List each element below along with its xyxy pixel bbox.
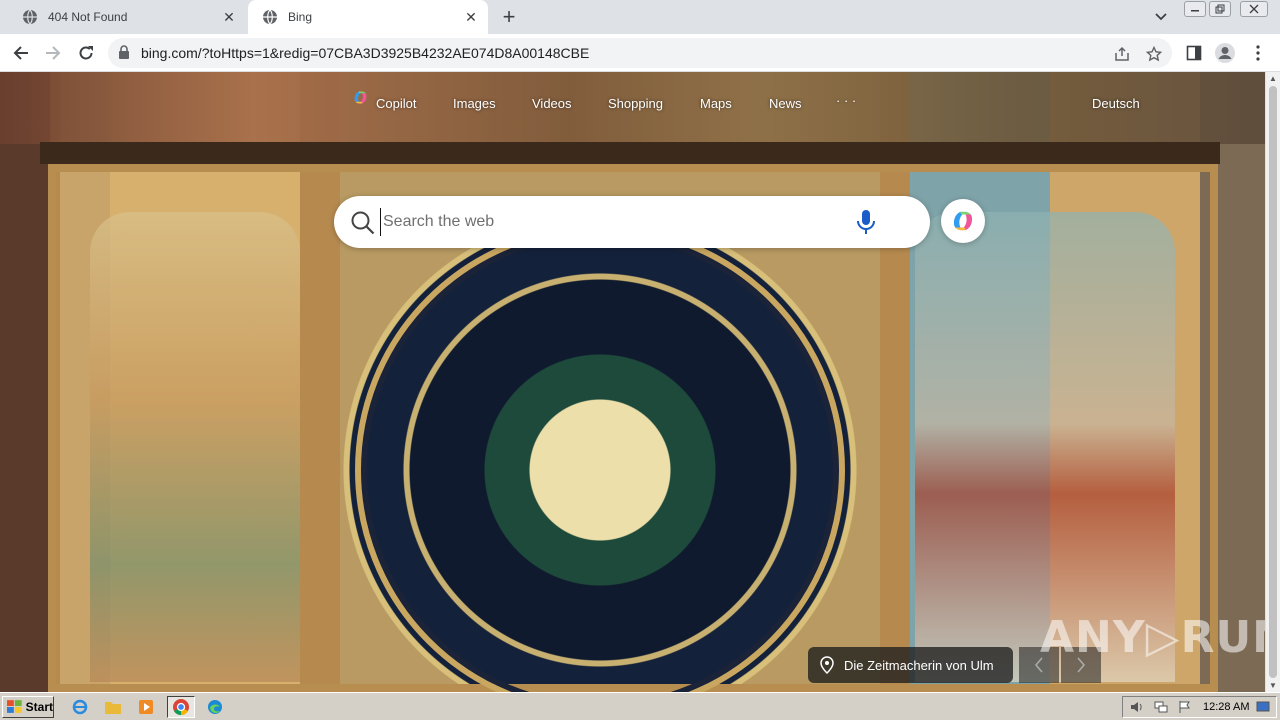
media-player-icon[interactable] [134, 696, 158, 718]
windows-logo-icon [7, 700, 22, 713]
taskbar-clock[interactable]: 12:28 AM [1203, 701, 1249, 713]
nav-videos[interactable]: Videos [532, 96, 572, 111]
url-text[interactable]: bing.com/?toHttps=1&redig=07CBA3D3925B42… [141, 45, 589, 61]
edge-icon[interactable] [203, 696, 227, 718]
tab-strip: 404 Not Found ✕ Bing ✕ + [0, 0, 1280, 34]
bing-top-nav: Copilot Images Videos Shopping Maps News… [0, 91, 1265, 118]
nav-images[interactable]: Images [453, 96, 496, 111]
start-label: Start [25, 700, 53, 714]
scroll-up-icon[interactable]: ▲ [1269, 74, 1277, 83]
nav-copilot[interactable]: Copilot [376, 96, 416, 111]
reload-icon[interactable] [74, 41, 98, 65]
tab-title: 404 Not Found [48, 10, 128, 24]
bookmark-star-icon[interactable] [1145, 45, 1163, 63]
start-button[interactable]: Start [2, 696, 54, 718]
scroll-down-icon[interactable]: ▼ [1269, 681, 1277, 690]
bing-homepage: Copilot Images Videos Shopping Maps News… [0, 72, 1265, 692]
search-icon [351, 211, 375, 235]
minimize-icon[interactable] [1184, 1, 1206, 17]
background-image-fresco-left [90, 212, 300, 682]
copilot-icon [953, 211, 973, 231]
internet-explorer-icon[interactable] [68, 696, 92, 718]
nav-news[interactable]: News [769, 96, 802, 111]
nav-maps[interactable]: Maps [700, 96, 732, 111]
close-tab-icon[interactable]: ✕ [460, 6, 482, 28]
tab-title: Bing [288, 10, 313, 24]
network-icon[interactable] [1151, 699, 1171, 715]
side-panel-icon[interactable] [1182, 41, 1206, 65]
address-bar[interactable]: bing.com/?toHttps=1&redig=07CBA3D3925B42… [108, 38, 1172, 68]
windows-taskbar: Start 12:28 AM [0, 692, 1280, 720]
globe-icon [23, 9, 37, 25]
tab-bing[interactable]: Bing ✕ [248, 0, 488, 34]
profile-avatar-icon[interactable] [1213, 41, 1237, 65]
forward-arrow-icon[interactable] [41, 41, 65, 65]
share-icon[interactable] [1113, 45, 1131, 63]
tab-404-not-found[interactable]: 404 Not Found ✕ [8, 0, 246, 34]
file-explorer-icon[interactable] [101, 696, 125, 718]
location-pin-icon [820, 656, 834, 674]
restore-icon[interactable] [1209, 1, 1231, 17]
vertical-scrollbar[interactable]: ▲ ▼ [1265, 72, 1280, 692]
globe-icon [263, 9, 277, 25]
copilot-logo-icon [354, 91, 367, 104]
system-tray: 12:28 AM [1122, 696, 1277, 718]
image-title: Die Zeitmacherin von Ulm [844, 657, 994, 673]
new-tab-button[interactable]: + [498, 6, 520, 28]
chrome-taskbar-icon[interactable] [167, 696, 195, 718]
copilot-button[interactable] [941, 199, 985, 243]
microphone-icon[interactable] [856, 209, 876, 235]
search-box [334, 196, 930, 248]
nav-shopping[interactable]: Shopping [608, 96, 663, 111]
kebab-menu-icon[interactable] [1246, 41, 1270, 65]
search-input[interactable] [380, 208, 840, 236]
background-image-astronomical-clock [355, 225, 845, 692]
nav-more[interactable]: · · · [836, 93, 856, 108]
volume-icon[interactable] [1127, 699, 1147, 715]
action-center-flag-icon[interactable] [1175, 699, 1195, 715]
background-image-cornice [40, 142, 1220, 164]
show-desktop-icon[interactable] [1253, 699, 1273, 715]
nav-language-deutsch[interactable]: Deutsch [1092, 96, 1140, 111]
close-tab-icon[interactable]: ✕ [218, 6, 240, 28]
scrollbar-thumb[interactable] [1269, 86, 1277, 678]
back-arrow-icon[interactable] [9, 41, 33, 65]
lock-icon[interactable] [118, 45, 130, 60]
image-info-button[interactable]: Die Zeitmacherin von Ulm [808, 647, 1013, 683]
close-window-icon[interactable] [1240, 1, 1268, 17]
tab-search-chevron-icon[interactable] [1150, 8, 1172, 26]
browser-toolbar: bing.com/?toHttps=1&redig=07CBA3D3925B42… [0, 34, 1280, 72]
anyrun-watermark: ANY▷RUN [1040, 612, 1265, 663]
